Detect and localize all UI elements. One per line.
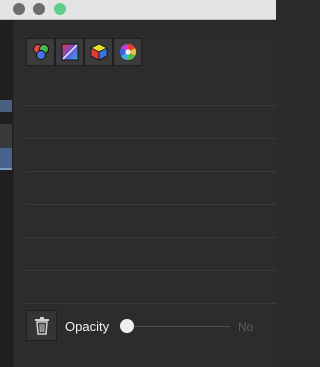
close-window-button[interactable]: [13, 3, 25, 15]
image-palettes-button[interactable]: [84, 38, 113, 66]
delete-button[interactable]: [26, 310, 57, 341]
color-sliders-button[interactable]: [26, 38, 55, 66]
color-palettes-button[interactable]: [55, 38, 84, 66]
window-titlebar: [0, 0, 276, 20]
list-row[interactable]: [26, 238, 277, 271]
list-row[interactable]: [26, 139, 277, 172]
color-wheel-button[interactable]: [113, 38, 142, 66]
list-row[interactable]: [26, 106, 277, 139]
opacity-slider-track[interactable]: [122, 326, 230, 327]
color-mode-toolbar: [26, 38, 142, 66]
list-row[interactable]: [26, 271, 277, 304]
color-wheel-icon: [119, 43, 137, 61]
minimize-window-button[interactable]: [33, 3, 45, 15]
list-row[interactable]: [26, 73, 277, 106]
gradient-square-icon: [61, 43, 79, 61]
list-row[interactable]: [26, 205, 277, 238]
colors-panel: Opacity No: [12, 20, 277, 367]
opacity-label: Opacity: [65, 319, 110, 334]
panel-footer: Opacity No: [26, 310, 277, 342]
list-row[interactable]: [26, 172, 277, 205]
opacity-slider-thumb[interactable]: [120, 319, 134, 333]
zoom-window-button[interactable]: [54, 3, 66, 15]
trash-icon: [35, 317, 49, 335]
rgb-circles-icon: [33, 44, 49, 60]
color-list: [26, 73, 277, 305]
opacity-value[interactable]: No: [238, 320, 253, 334]
color-cube-icon: [90, 43, 108, 61]
background-window-edge: [0, 20, 12, 367]
